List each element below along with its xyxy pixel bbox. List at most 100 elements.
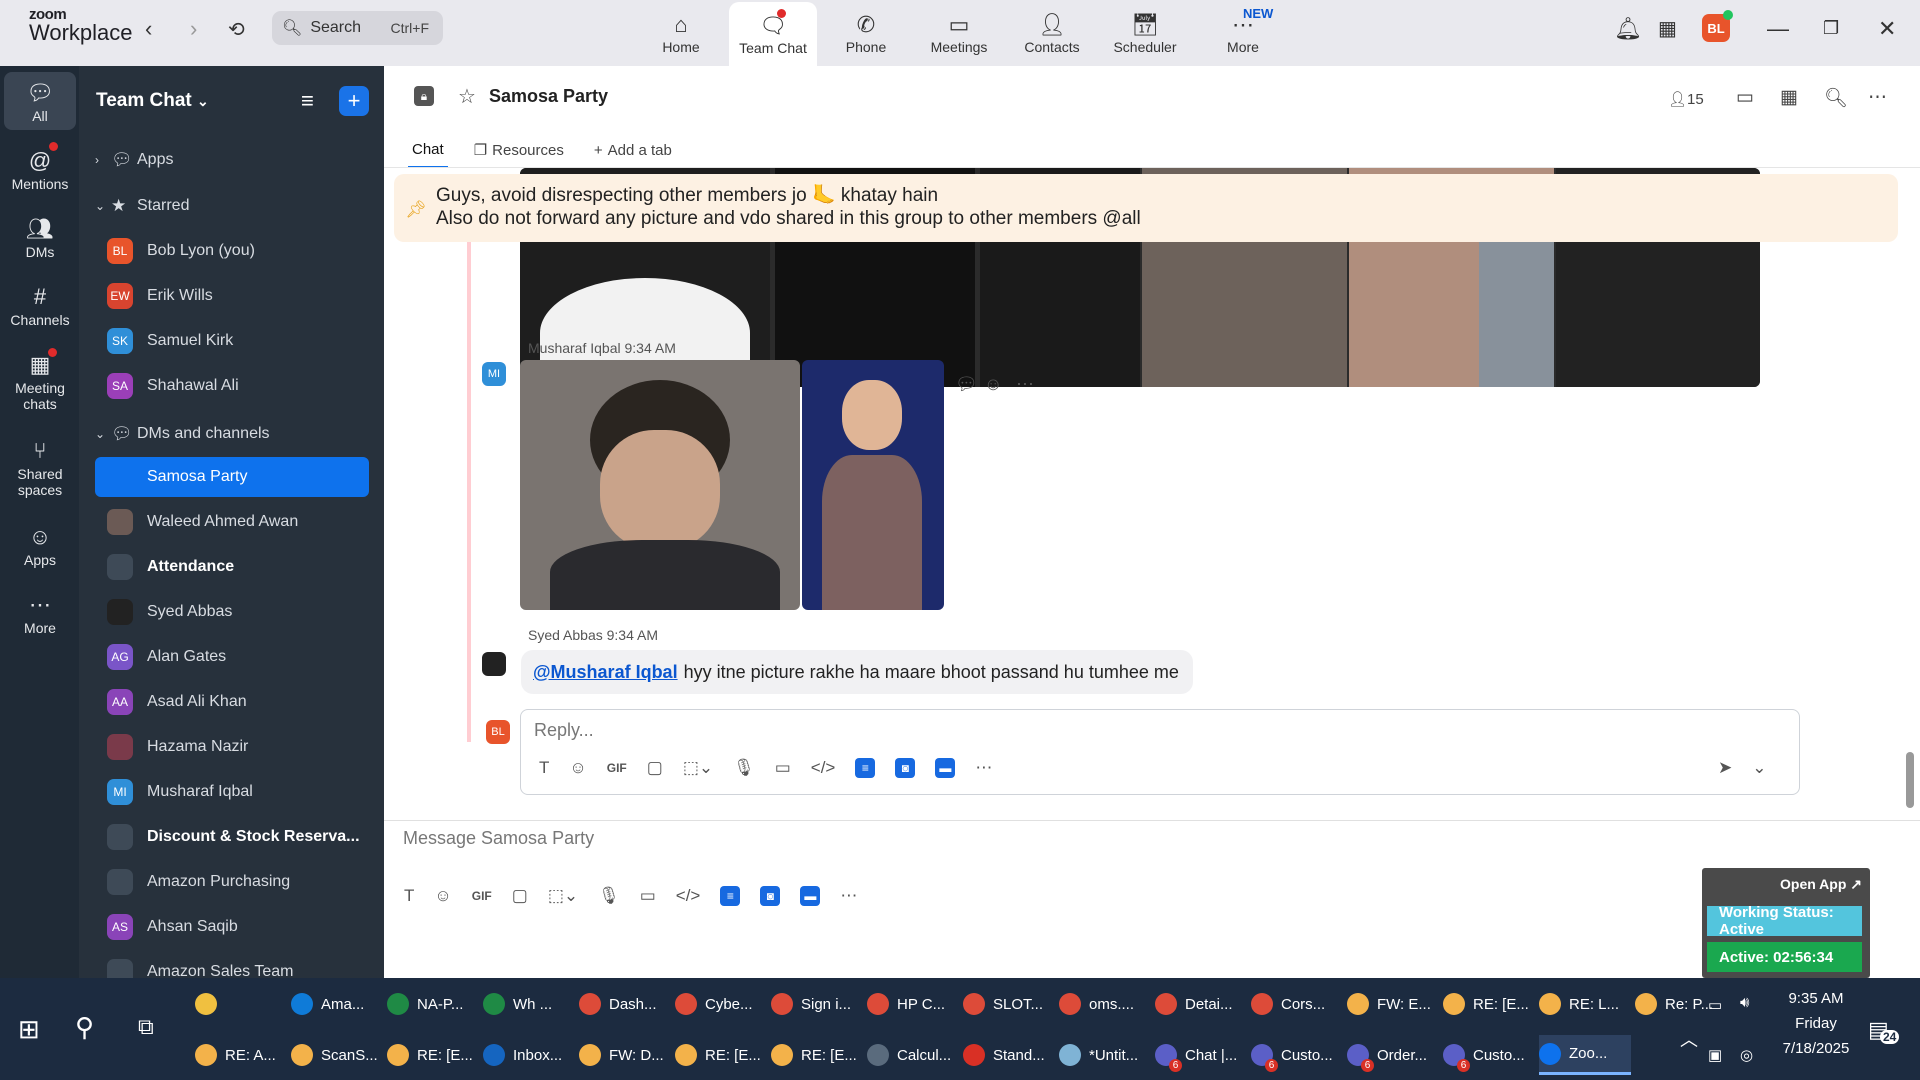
tab-chat[interactable]: Chat <box>408 132 448 168</box>
mention-link[interactable]: @Musharaf Iqbal <box>533 662 678 683</box>
video-message-icon[interactable]: ▭ <box>640 886 656 906</box>
video-call-icon[interactable]: ▭ <box>1736 86 1754 109</box>
taskbar-app[interactable]: Cors... <box>1251 984 1343 1024</box>
network-icon[interactable]: ▣ <box>1708 1046 1722 1064</box>
rail-item-meeting-chats[interactable]: ▦ Meeting chats <box>4 350 76 412</box>
app-icon-1[interactable]: ≡ <box>855 758 876 778</box>
reply-in-thread-icon[interactable]: 💬︎ <box>955 374 978 395</box>
volume-icon[interactable]: 🔊︎ <box>1740 994 1749 1011</box>
taskbar-app[interactable]: Stand... <box>963 1035 1055 1075</box>
app-icon-2[interactable]: ◙ <box>760 886 781 906</box>
rail-item-mentions[interactable]: @ Mentions <box>4 146 76 192</box>
file-icon[interactable]: ▢ <box>512 886 528 906</box>
search-bar[interactable]: 🔍︎ Search Ctrl+F <box>272 11 443 45</box>
tab-add[interactable]: + Add a tab <box>590 132 676 168</box>
calendar-icon[interactable]: ▦ <box>1658 16 1677 41</box>
new-chat-button[interactable]: + <box>339 86 369 116</box>
section-apps[interactable]: › 💬︎ Apps <box>95 150 173 170</box>
sidebar-item[interactable]: Hazama Nazir <box>95 727 369 767</box>
rail-item-more[interactable]: ⋯ More <box>4 590 76 636</box>
battery-icon[interactable]: ▭ <box>1708 996 1722 1014</box>
microphone-icon[interactable]: 🎙︎ <box>598 886 620 906</box>
taskbar-app[interactable]: RE: [E... <box>387 1035 479 1075</box>
nav-tab-home[interactable]: ⌂ Home <box>637 0 725 66</box>
taskbar-app[interactable] <box>195 984 287 1024</box>
taskbar-app[interactable]: RE: L... <box>1539 984 1631 1024</box>
open-app-button[interactable]: Open App ↗ <box>1780 876 1862 893</box>
taskbar-app[interactable]: 6 Chat |... <box>1155 1035 1247 1075</box>
sidebar-item[interactable]: SA Shahawal Ali <box>95 366 369 406</box>
taskbar-app[interactable]: Zoo... <box>1539 1035 1631 1075</box>
sender-avatar[interactable]: MI <box>482 362 506 386</box>
taskbar-app[interactable]: ScanS... <box>291 1035 383 1075</box>
rail-item-all[interactable]: 💬︎ All <box>4 72 76 130</box>
section-dms-and-channels[interactable]: ⌄ 💬︎ DMs and channels <box>95 424 270 444</box>
sidebar-item[interactable]: Syed Abbas <box>95 592 369 632</box>
more-icon[interactable]: ⋯ <box>975 758 992 778</box>
taskbar-app[interactable]: Inbox... <box>483 1035 575 1075</box>
emoji-icon[interactable]: ☺ <box>569 758 586 778</box>
sidebar-title[interactable]: Team Chat ⌄ <box>96 90 209 112</box>
taskbar-app[interactable]: SLOT... <box>963 984 1055 1024</box>
close-icon[interactable]: ✕ <box>1878 16 1896 42</box>
filter-icon[interactable]: ≡ <box>301 88 314 114</box>
sidebar-item[interactable]: Amazon Purchasing <box>95 862 369 902</box>
taskbar-app[interactable]: RE: [E... <box>1443 984 1535 1024</box>
sidebar-item[interactable]: Samosa Party <box>95 457 369 497</box>
sidebar-item[interactable]: BL Bob Lyon (you) <box>95 231 369 271</box>
windows-start-icon[interactable]: ⊞ <box>18 1014 40 1045</box>
taskbar-app[interactable]: Ama... <box>291 984 383 1024</box>
code-icon[interactable]: </> <box>676 886 701 906</box>
taskbar-app[interactable]: Calcul... <box>867 1035 959 1075</box>
sidebar-item[interactable]: Attendance <box>95 547 369 587</box>
screenshot-icon[interactable]: ⬚⌄ <box>683 758 713 778</box>
more-actions-icon[interactable]: ⋯ <box>1016 374 1034 395</box>
nav-tab-scheduler[interactable]: 📅︎ Scheduler <box>1101 0 1189 66</box>
app-icon-1[interactable]: ≡ <box>720 886 741 906</box>
star-outline-icon[interactable]: ☆ <box>458 84 476 109</box>
minimize-icon[interactable]: — <box>1767 16 1789 42</box>
taskbar-app[interactable]: 6 Order... <box>1347 1035 1439 1075</box>
sidebar-item[interactable]: EW Erik Wills <box>95 276 369 316</box>
taskbar-app[interactable]: NA-P... <box>387 984 479 1024</box>
sidebar-item[interactable]: Discount & Stock Reserva... <box>95 817 369 857</box>
nav-tab-team-chat[interactable]: 🗨︎ Team Chat <box>729 2 817 66</box>
location-icon[interactable]: ◎ <box>1740 1046 1753 1064</box>
screenshot-icon[interactable]: ⬚⌄ <box>548 886 578 906</box>
section-starred[interactable]: ⌄ ★ Starred <box>95 196 189 216</box>
taskbar-app[interactable]: 6 Custo... <box>1251 1035 1343 1075</box>
taskbar-app[interactable]: oms.... <box>1059 984 1151 1024</box>
text-format-icon[interactable]: T <box>539 758 549 778</box>
message-composer-input[interactable]: Message Samosa Party <box>403 828 594 849</box>
gif-icon[interactable]: GIF <box>472 889 492 903</box>
sender-name[interactable]: Syed Abbas <box>528 627 603 643</box>
taskbar-app[interactable]: Cybe... <box>675 984 767 1024</box>
app-icon-2[interactable]: ◙ <box>895 758 916 778</box>
nav-tab-contacts[interactable]: 👤︎ Contacts <box>1008 0 1096 66</box>
forward-arrow-icon[interactable]: › <box>190 16 197 42</box>
send-icon[interactable]: ➤ <box>1718 758 1732 778</box>
taskbar-app[interactable]: FW: D... <box>579 1035 671 1075</box>
photo-portrait[interactable] <box>802 360 944 610</box>
search-icon[interactable]: 🔍︎ <box>1824 86 1848 110</box>
rail-item-apps[interactable]: ☺ Apps <box>4 522 76 568</box>
app-icon-3[interactable]: ▬ <box>800 886 821 906</box>
microphone-icon[interactable]: 🎙︎ <box>733 758 755 778</box>
search-icon[interactable]: ⚲ <box>75 1012 94 1043</box>
sender-avatar-syed-abbas[interactable] <box>482 652 506 676</box>
chevron-up-icon[interactable]: ︿ <box>1680 1026 1698 1052</box>
members-button[interactable]: 👤︎15 <box>1668 90 1704 108</box>
sidebar-item[interactable]: MI Musharaf Iqbal <box>95 772 369 812</box>
nav-tab-meetings[interactable]: ▭ Meetings <box>915 0 1003 66</box>
more-icon[interactable]: ⋯ <box>840 886 857 906</box>
gif-icon[interactable]: GIF <box>607 761 627 775</box>
calendar-icon[interactable]: ▦ <box>1780 86 1798 109</box>
photo-selfie[interactable] <box>520 360 800 610</box>
taskbar-app[interactable]: HP C... <box>867 984 959 1024</box>
rail-item-dms[interactable]: 👥︎ DMs <box>4 214 76 260</box>
task-view-icon[interactable]: ⧉ <box>138 1014 154 1040</box>
sidebar-item[interactable]: AS Ahsan Saqib <box>95 907 369 947</box>
taskbar-clock[interactable]: 9:35 AM Friday 7/18/2025 <box>1780 990 1852 1057</box>
sender-name[interactable]: Musharaf Iqbal <box>528 340 621 356</box>
video-message-icon[interactable]: ▭ <box>775 758 791 778</box>
